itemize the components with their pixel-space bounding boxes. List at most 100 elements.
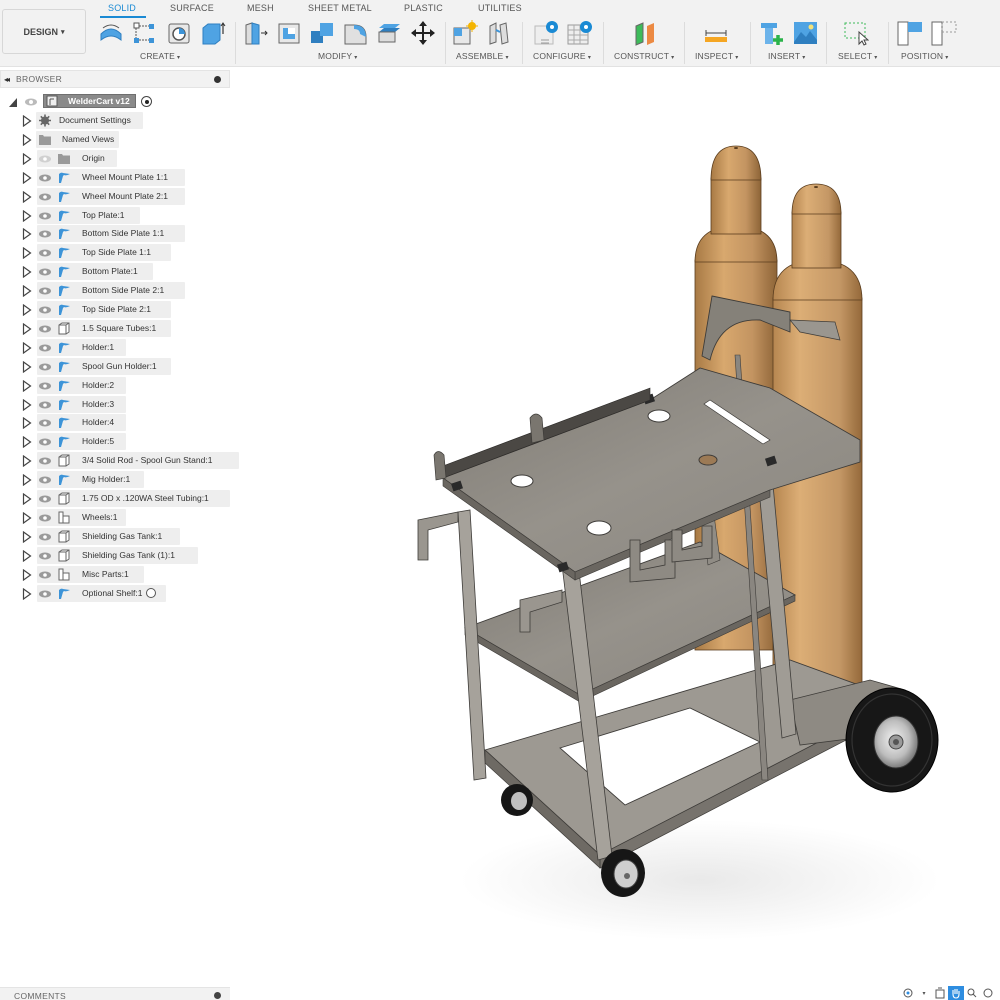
expand-triangle-icon[interactable] <box>22 285 32 298</box>
browser-item-label[interactable]: Holder:3 <box>82 399 114 409</box>
visibility-eye-icon[interactable] <box>38 343 52 353</box>
browser-item-label[interactable]: Wheels:1 <box>82 512 117 522</box>
tab-plastic[interactable]: PLASTIC <box>404 3 443 13</box>
expand-triangle-icon[interactable] <box>22 455 32 468</box>
browser-item[interactable]: Bottom Side Plate 2:1 <box>0 282 230 300</box>
browser-item-label[interactable]: Top Side Plate 1:1 <box>82 247 151 257</box>
browser-item[interactable]: Top Side Plate 1:1 <box>0 244 230 262</box>
browser-item[interactable]: 1.75 OD x .120WA Steel Tubing:1 <box>0 490 230 507</box>
expand-triangle-icon[interactable] <box>22 417 32 430</box>
expand-triangle-icon[interactable] <box>22 493 32 505</box>
tab-mesh[interactable]: MESH <box>247 3 274 13</box>
configure-menu[interactable]: CONFIGURE ▾ <box>533 51 591 61</box>
revert-position-icon[interactable] <box>931 20 957 46</box>
browser-item-label[interactable]: Optional Shelf:1 <box>82 588 142 598</box>
zoom-button[interactable] <box>964 986 980 1000</box>
inspect-menu[interactable]: INSPECT ▾ <box>695 51 738 61</box>
expand-triangle-icon[interactable] <box>22 209 32 222</box>
orbit-dropdown[interactable]: ▾ <box>916 986 932 1000</box>
extrude-icon[interactable] <box>200 20 226 46</box>
move-icon[interactable] <box>410 20 436 46</box>
activate-radio[interactable] <box>146 587 156 598</box>
browser-item[interactable]: Origin <box>0 149 230 167</box>
tab-surface[interactable]: SURFACE <box>170 3 214 13</box>
browser-item-label[interactable]: 3/4 Solid Rod - Spool Gun Stand:1 <box>82 455 212 465</box>
browser-item-label[interactable]: Bottom Plate:1 <box>82 266 138 276</box>
visibility-eye-icon[interactable] <box>38 305 52 315</box>
assemble-menu[interactable]: ASSEMBLE ▾ <box>456 51 509 61</box>
browser-item[interactable]: 3/4 Solid Rod - Spool Gun Stand:1 <box>0 452 239 470</box>
create-menu[interactable]: CREATE ▾ <box>140 51 180 61</box>
browser-root-row[interactable]: WelderCart v12 <box>0 93 170 110</box>
hole-icon[interactable] <box>166 20 192 46</box>
browser-item[interactable]: Top Side Plate 2:1 <box>0 301 230 318</box>
expand-triangle-icon[interactable] <box>22 247 32 260</box>
joint-icon[interactable] <box>486 20 512 46</box>
select-window-icon[interactable] <box>843 20 869 46</box>
browser-item-label[interactable]: Spool Gun Holder:1 <box>82 361 157 371</box>
browser-item[interactable]: Document Settings <box>0 112 230 129</box>
offset-plane-icon[interactable] <box>632 20 658 46</box>
expand-triangle-icon[interactable] <box>22 360 32 373</box>
expand-triangle-icon[interactable] <box>22 436 32 449</box>
browser-item[interactable]: 1.5 Square Tubes:1 <box>0 319 230 337</box>
expanded-triangle-icon[interactable] <box>8 96 18 108</box>
expand-triangle-icon[interactable] <box>22 568 32 581</box>
expand-triangle-icon[interactable] <box>22 228 32 241</box>
visibility-eye-icon[interactable] <box>38 362 52 372</box>
browser-item-label[interactable]: 1.75 OD x .120WA Steel Tubing:1 <box>82 493 209 503</box>
tab-utilities[interactable]: UTILITIES <box>478 3 522 13</box>
browser-item-label[interactable]: Misc Parts:1 <box>82 569 129 579</box>
browser-item-label[interactable]: Document Settings <box>59 115 131 125</box>
tab-solid[interactable]: SOLID <box>108 3 136 13</box>
visibility-eye-icon[interactable] <box>38 437 52 447</box>
visibility-eye-icon[interactable] <box>38 475 52 485</box>
browser-item[interactable]: Wheel Mount Plate 2:1 <box>0 187 230 205</box>
new-component-icon[interactable] <box>452 20 478 46</box>
browser-item-label[interactable]: Holder:1 <box>82 342 114 352</box>
expand-triangle-icon[interactable] <box>22 190 32 203</box>
browser-item-label[interactable]: Shielding Gas Tank (1):1 <box>82 550 175 560</box>
expand-triangle-icon[interactable] <box>22 133 32 146</box>
visibility-eye-icon[interactable] <box>38 418 52 428</box>
browser-item[interactable]: Misc Parts:1 <box>0 565 230 583</box>
visibility-eye-icon[interactable] <box>38 267 52 277</box>
browser-item[interactable]: Holder:4 <box>0 414 230 432</box>
expand-triangle-icon[interactable] <box>22 379 32 392</box>
insert-menu[interactable]: INSERT ▾ <box>768 51 805 61</box>
orbit-button[interactable] <box>900 986 916 1000</box>
visibility-eye-icon[interactable] <box>24 97 38 107</box>
browser-item[interactable]: Top Plate:1 <box>0 206 230 224</box>
add-comment-icon[interactable] <box>214 992 221 999</box>
visibility-eye-icon[interactable] <box>38 494 52 504</box>
browser-item[interactable]: Bottom Side Plate 1:1 <box>0 225 230 243</box>
expand-triangle-icon[interactable] <box>22 322 32 335</box>
visibility-eye-icon[interactable] <box>38 381 52 391</box>
insert-canvas-icon[interactable] <box>793 20 819 46</box>
press-pull-icon[interactable] <box>243 20 269 46</box>
caster-wheel-back[interactable] <box>501 784 533 816</box>
holder-hook-left[interactable] <box>417 511 459 561</box>
browser-item[interactable]: Wheels:1 <box>0 508 230 526</box>
modify-menu[interactable]: MODIFY ▾ <box>318 51 357 61</box>
browser-item-label[interactable]: Bottom Side Plate 1:1 <box>82 228 164 238</box>
activate-radio[interactable] <box>141 96 152 107</box>
browser-item[interactable]: Shielding Gas Tank:1 <box>0 527 230 545</box>
expand-triangle-icon[interactable] <box>22 115 32 127</box>
visibility-eye-icon[interactable] <box>38 248 52 258</box>
expand-triangle-icon[interactable] <box>22 266 32 279</box>
3d-viewport[interactable] <box>230 68 1000 986</box>
browser-item[interactable]: Holder:2 <box>0 376 230 394</box>
browser-item[interactable]: Wheel Mount Plate 1:1 <box>0 168 230 186</box>
browser-item[interactable]: Shielding Gas Tank (1):1 <box>0 546 230 564</box>
pin-icon[interactable] <box>214 76 221 83</box>
expand-triangle-icon[interactable] <box>22 171 32 184</box>
visibility-eye-icon[interactable] <box>38 286 52 296</box>
pan-button[interactable] <box>948 986 964 1000</box>
visibility-eye-icon[interactable] <box>38 570 52 580</box>
visibility-eye-icon[interactable] <box>38 192 52 202</box>
revolve-icon[interactable] <box>98 20 124 46</box>
model-canvas[interactable] <box>230 68 1000 986</box>
browser-item-label[interactable]: Top Side Plate 2:1 <box>82 304 151 314</box>
offset-face-icon[interactable] <box>376 20 402 46</box>
